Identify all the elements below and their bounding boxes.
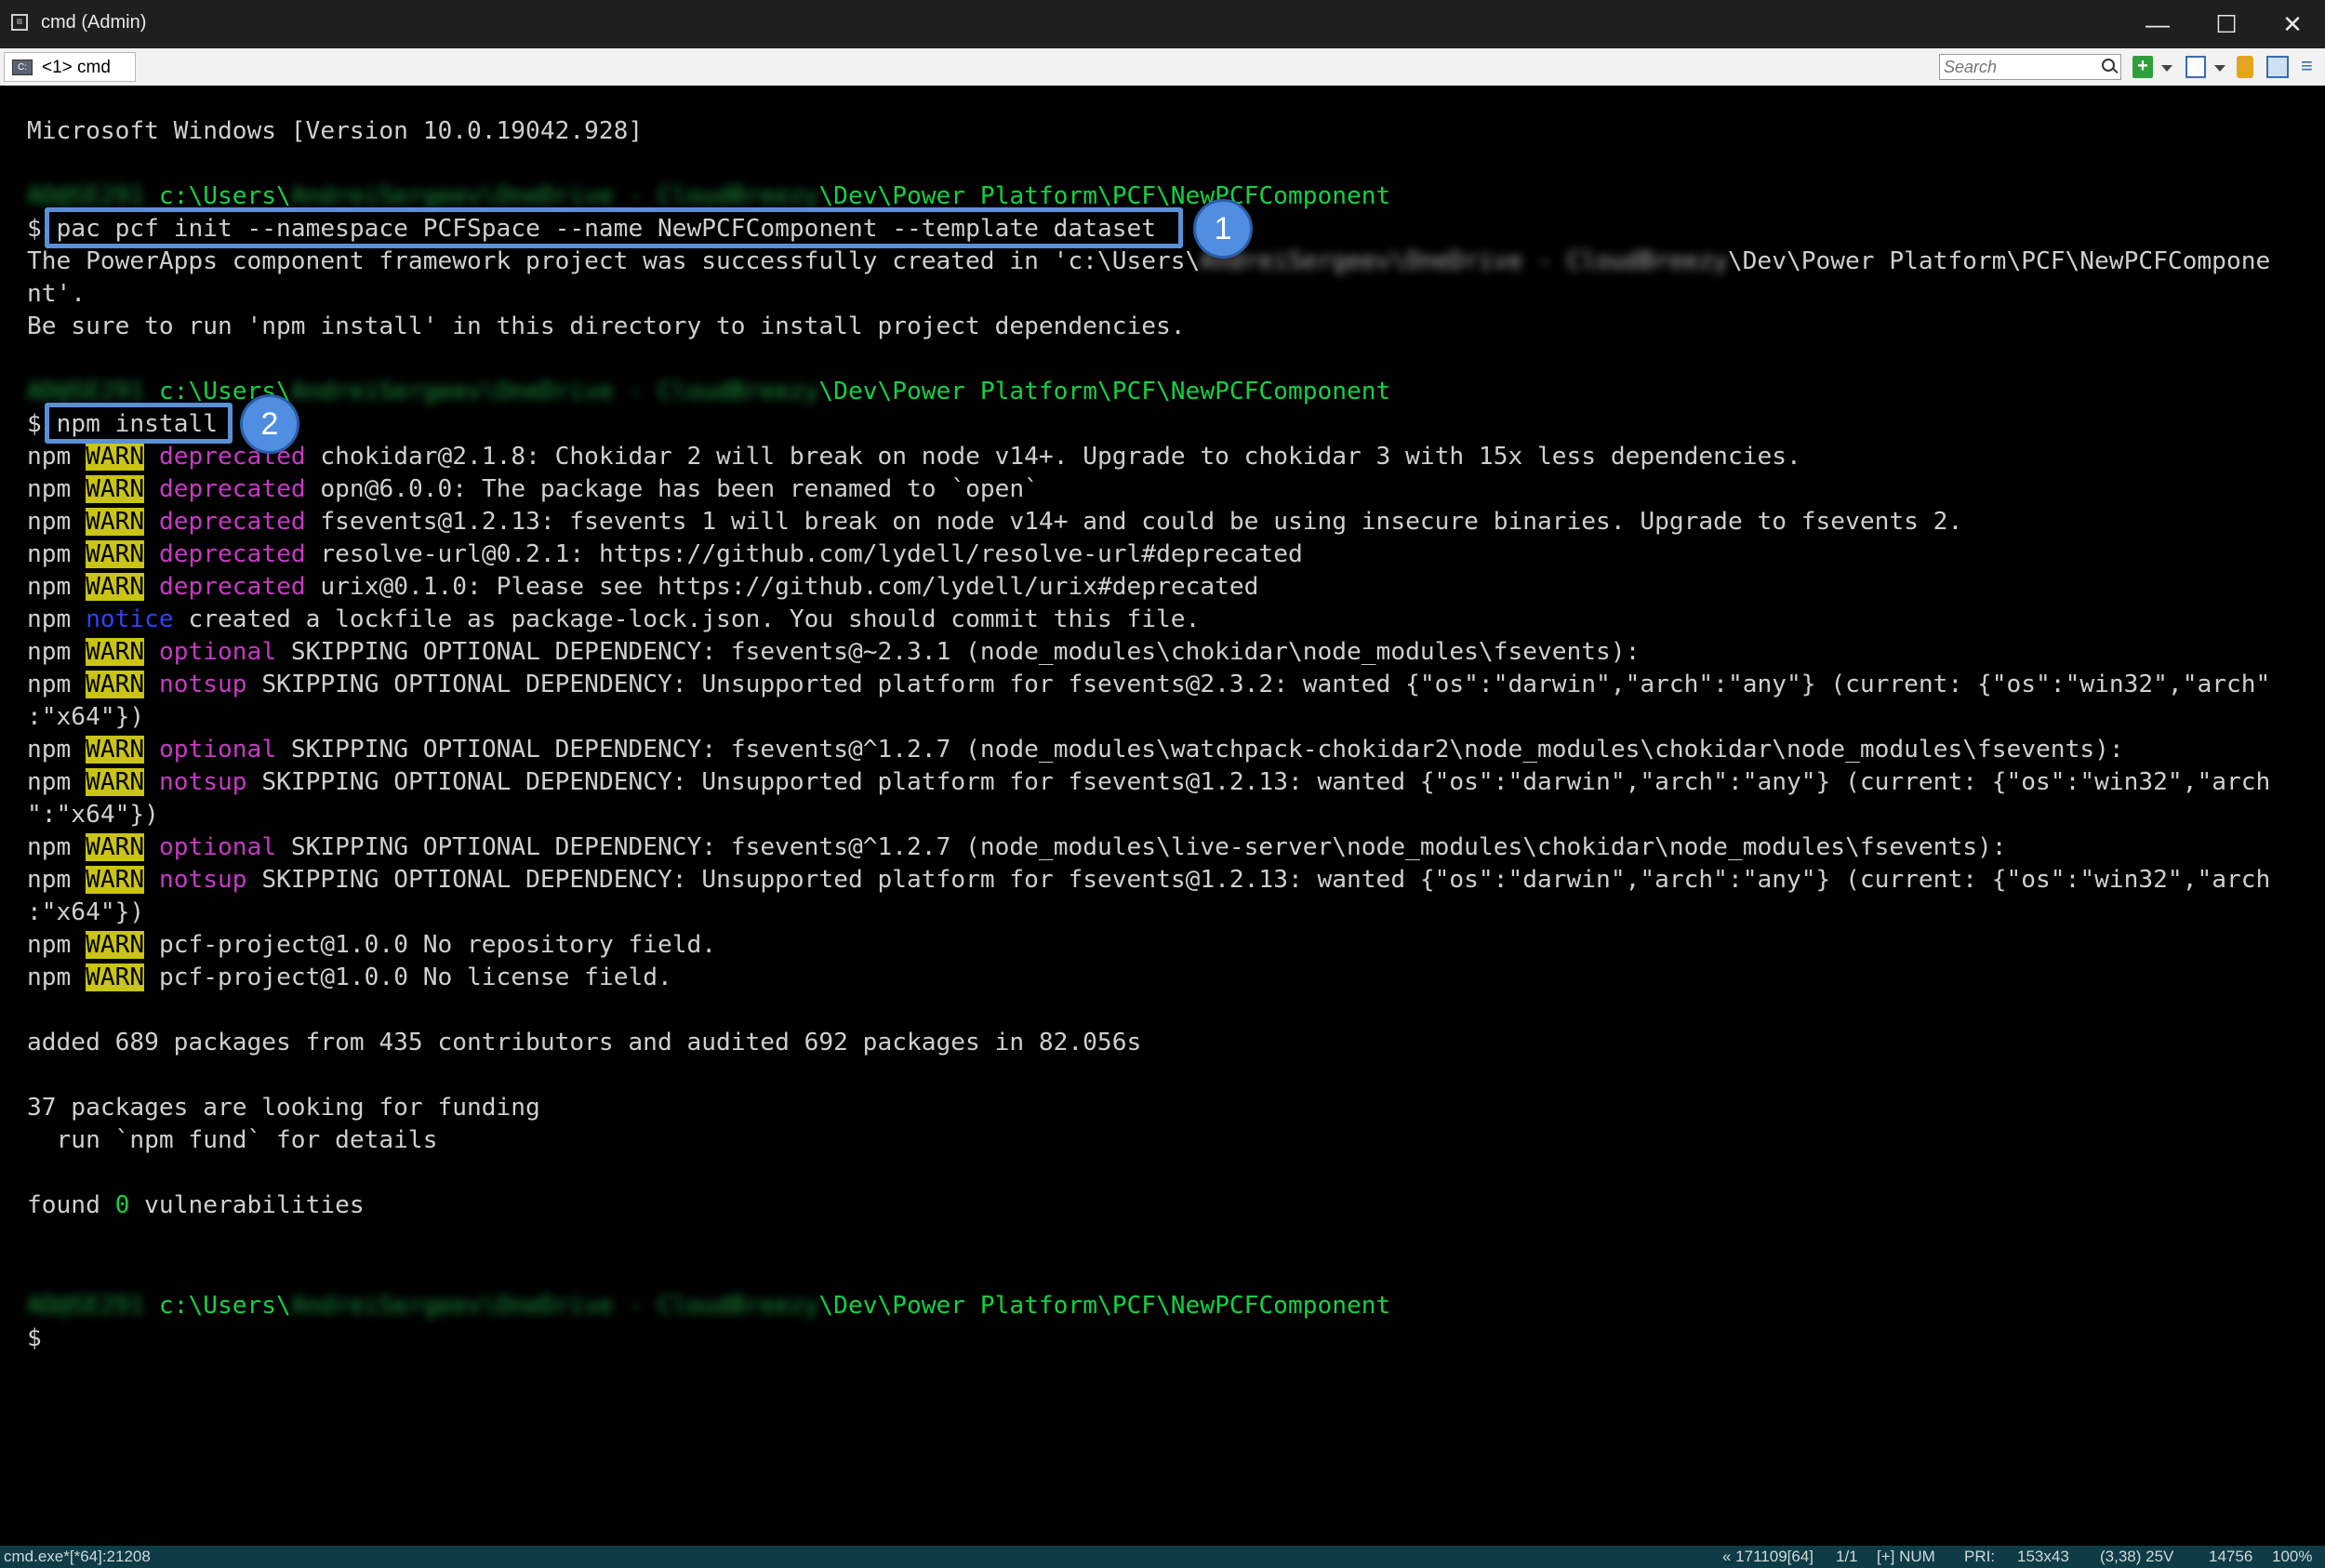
status-memory: 14756 bbox=[2209, 1548, 2253, 1565]
output-text: The PowerApps component framework projec… bbox=[27, 247, 1201, 275]
npm-log-line: :"x64"}) bbox=[27, 898, 145, 926]
panel-icon[interactable] bbox=[2186, 56, 2206, 78]
tab-bar: C: <1> cmd + ≡ bbox=[0, 48, 2325, 86]
status-process: cmd.exe*[*64]:21208 bbox=[4, 1548, 151, 1565]
output-text: \Dev\Power Platform\PCF\NewPCFCompone bbox=[1727, 247, 2271, 275]
close-button[interactable]: ✕ bbox=[2258, 0, 2325, 48]
blurred-host: AD@SE291 bbox=[27, 1292, 145, 1320]
npm-log-line: npm WARN optional SKIPPING OPTIONAL DEPE… bbox=[27, 833, 2007, 861]
blurred-user: AndreiSergeev\OneDrive - CloudBreezy bbox=[290, 378, 819, 405]
summary-vulnerabilities: found 0 vulnerabilities bbox=[27, 1191, 365, 1219]
status-position: « 171109[64] bbox=[1722, 1548, 1814, 1565]
status-size: 153x43 bbox=[2017, 1548, 2069, 1565]
status-page: 1/1 bbox=[1836, 1548, 1858, 1565]
console-output[interactable]: Microsoft Windows [Version 10.0.19042.92… bbox=[0, 86, 2325, 1546]
new-console-icon[interactable]: + bbox=[2132, 56, 2153, 78]
blurred-user: AndreiSergeev\OneDrive - CloudBreezy bbox=[290, 182, 819, 210]
vulnerability-count: 0 bbox=[114, 1191, 130, 1219]
panel-dropdown-icon[interactable] bbox=[2214, 65, 2225, 72]
summary-added: added 689 packages from 435 contributors… bbox=[27, 1029, 1142, 1056]
window-title: cmd (Admin) bbox=[41, 12, 147, 33]
blurred-user: AndreiSergeev\OneDrive - CloudBreezy bbox=[290, 1292, 819, 1320]
current-prompt[interactable]: $ bbox=[27, 1322, 42, 1354]
tab-cmd[interactable]: C: <1> cmd bbox=[4, 52, 136, 82]
layout-icon[interactable] bbox=[2266, 56, 2289, 78]
prompt-dollar: $ bbox=[27, 410, 42, 438]
blurred-host: AD@SE291 bbox=[27, 378, 145, 405]
search-box[interactable] bbox=[1939, 54, 2121, 80]
console-tab-icon: C: bbox=[12, 60, 33, 75]
status-mode: [+] NUM bbox=[1877, 1548, 1935, 1565]
npm-log-line: npm WARN deprecated fsevents@1.2.13: fse… bbox=[27, 508, 1963, 536]
lock-icon[interactable] bbox=[2237, 56, 2253, 78]
version-line: Microsoft Windows [Version 10.0.19042.92… bbox=[27, 117, 644, 145]
npm-log-line: npm WARN deprecated chokidar@2.1.8: Chok… bbox=[27, 443, 1801, 471]
npm-log-line: npm WARN optional SKIPPING OPTIONAL DEPE… bbox=[27, 736, 2124, 764]
output-line: nt'. bbox=[27, 280, 86, 308]
npm-log-line: npm WARN notsup SKIPPING OPTIONAL DEPEND… bbox=[27, 866, 2271, 894]
step-badge-1: 1 bbox=[1193, 199, 1253, 259]
npm-log-line: npm WARN optional SKIPPING OPTIONAL DEPE… bbox=[27, 638, 1641, 666]
status-bar: cmd.exe*[*64]:21208 « 171109[64] 1/1 [+]… bbox=[0, 1546, 2325, 1568]
npm-log-line: npm notice created a lockfile as package… bbox=[27, 605, 1201, 633]
npm-log-line: npm WARN pcf-project@1.0.0 No repository… bbox=[27, 931, 717, 959]
new-console-dropdown-icon[interactable] bbox=[2161, 65, 2172, 72]
maximize-button[interactable]: ☐ bbox=[2192, 0, 2261, 48]
npm-log-line: :"x64"}) bbox=[27, 703, 145, 731]
blurred-user: AndreiSergeev\OneDrive - CloudBreezy bbox=[1200, 247, 1728, 275]
highlight-box-1 bbox=[45, 207, 1183, 248]
step-badge-2: 2 bbox=[240, 394, 299, 454]
blurred-host: AD@SE291 bbox=[27, 182, 145, 210]
npm-log-line: npm WARN deprecated urix@0.1.0: Please s… bbox=[27, 573, 1259, 601]
prompt-prefix: c:\Users\ bbox=[144, 1292, 291, 1320]
summary-funding-hint: run `npm fund` for details bbox=[27, 1126, 438, 1154]
prompt-prefix: c:\Users\ bbox=[144, 182, 291, 210]
prompt-dollar: $ bbox=[27, 215, 42, 243]
npm-log-line: npm WARN notsup SKIPPING OPTIONAL DEPEND… bbox=[27, 768, 2271, 796]
prompt-suffix: \Dev\Power Platform\PCF\NewPCFComponent bbox=[818, 378, 1391, 405]
npm-log-line: npm WARN deprecated resolve-url@0.2.1: h… bbox=[27, 540, 1303, 568]
status-cursor: (3,38) 25V bbox=[2100, 1548, 2174, 1565]
prompt-path: AD@SE291 c:\Users\AndreiSergeev\OneDrive… bbox=[27, 1290, 1390, 1322]
output-line: The PowerApps component framework projec… bbox=[27, 246, 2270, 277]
summary-funding: 37 packages are looking for funding bbox=[27, 1094, 540, 1122]
status-priority: PRI: bbox=[1964, 1548, 1996, 1565]
tab-label: <1> cmd bbox=[42, 58, 111, 77]
prompt-suffix: \Dev\Power Platform\PCF\NewPCFComponent bbox=[818, 182, 1391, 210]
search-input[interactable] bbox=[1944, 57, 2092, 77]
title-bar: ≡ cmd (Admin) — ☐ ✕ bbox=[0, 0, 2325, 48]
menu-icon[interactable]: ≡ bbox=[2301, 56, 2319, 78]
npm-log-line: npm WARN notsup SKIPPING OPTIONAL DEPEND… bbox=[27, 671, 2271, 698]
search-icon[interactable] bbox=[2102, 59, 2115, 72]
npm-log-line: npm WARN pcf-project@1.0.0 No license fi… bbox=[27, 963, 672, 991]
output-line: Be sure to run 'npm install' in this dir… bbox=[27, 312, 1186, 340]
npm-log-line: ":"x64"}) bbox=[27, 801, 159, 829]
status-zoom: 100% bbox=[2272, 1548, 2313, 1565]
minimize-button[interactable]: — bbox=[2123, 0, 2192, 48]
npm-log-line: npm WARN deprecated opn@6.0.0: The packa… bbox=[27, 475, 1039, 503]
console-app-icon[interactable]: ≡ bbox=[11, 14, 28, 31]
highlight-box-2 bbox=[45, 403, 232, 444]
prompt-suffix: \Dev\Power Platform\PCF\NewPCFComponent bbox=[818, 1292, 1391, 1320]
